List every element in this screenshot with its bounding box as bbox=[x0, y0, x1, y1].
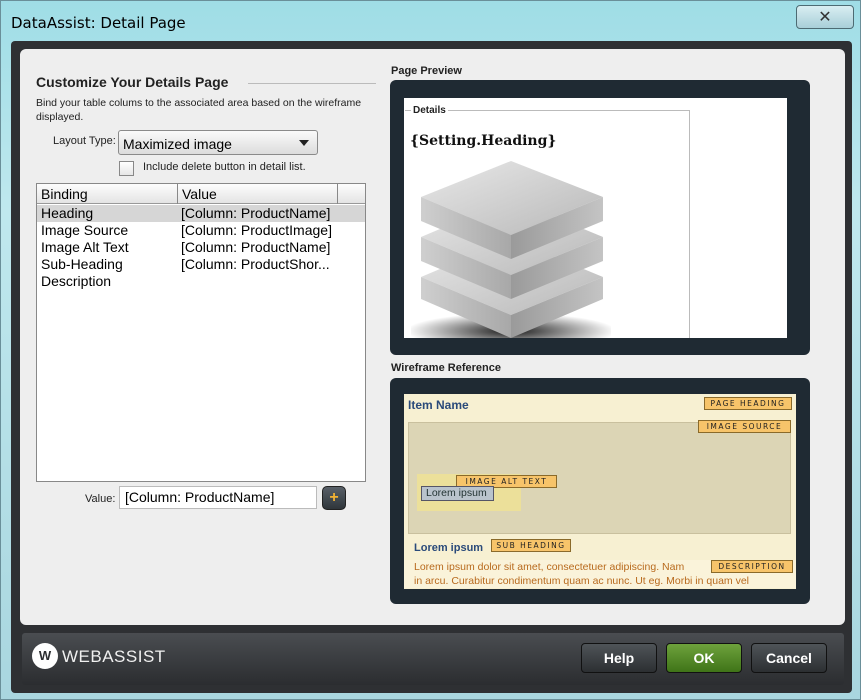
binding-cell: Image Alt Text bbox=[41, 239, 129, 255]
plus-icon: + bbox=[329, 489, 339, 506]
layout-type-label: Layout Type: bbox=[53, 135, 116, 147]
section-heading: Customize Your Details Page bbox=[36, 74, 229, 90]
table-row[interactable]: Description bbox=[37, 273, 365, 290]
value-cell: [Column: ProductShor... bbox=[181, 256, 330, 272]
preview-heading: {Setting.Heading} bbox=[410, 133, 557, 149]
table-row[interactable]: Image Source [Column: ProductImage] bbox=[37, 222, 365, 239]
value-cell: [Column: ProductName] bbox=[181, 205, 331, 221]
dialog-window: DataAssist: Detail Page ✕ Customize Your… bbox=[0, 0, 861, 700]
section-description: Bind your table colums to the associated… bbox=[36, 97, 362, 123]
layout-type-value: Maximized image bbox=[123, 136, 232, 152]
binding-cell: Heading bbox=[41, 205, 94, 221]
wireframe-alt-bubble: Lorem ipsum bbox=[421, 486, 494, 501]
window-title: DataAssist: Detail Page bbox=[11, 14, 186, 32]
value-cell: [Column: ProductImage] bbox=[181, 222, 332, 238]
binding-grid: Binding Value Heading [Column: ProductNa… bbox=[36, 183, 366, 482]
column-divider[interactable] bbox=[177, 184, 178, 204]
close-icon: ✕ bbox=[818, 9, 832, 26]
help-button[interactable]: Help bbox=[581, 643, 657, 673]
ok-button[interactable]: OK bbox=[666, 643, 742, 673]
preview-details-legend: Details bbox=[411, 105, 448, 116]
table-row[interactable]: Image Alt Text [Column: ProductName] bbox=[37, 239, 365, 256]
wireframe-desc-line2: in arcu. Curabitur condimentum quam ac n… bbox=[414, 575, 749, 587]
binding-cell: Description bbox=[41, 273, 112, 289]
value-input[interactable]: [Column: ProductName] bbox=[119, 486, 317, 509]
column-header-binding[interactable]: Binding bbox=[41, 186, 88, 202]
delete-button-checkbox-label[interactable]: Include delete button in detail list. bbox=[143, 161, 306, 173]
image-source-tag: IMAGE SOURCE bbox=[698, 420, 791, 433]
heading-divider bbox=[248, 83, 376, 84]
description-tag: DESCRIPTION bbox=[711, 560, 793, 573]
sub-heading-tag: SUB HEADING bbox=[491, 539, 571, 552]
page-heading-tag: PAGE HEADING bbox=[704, 397, 792, 410]
wireframe-subheading: Lorem ipsum bbox=[414, 542, 484, 554]
cancel-button[interactable]: Cancel bbox=[751, 643, 827, 673]
chevron-down-icon bbox=[299, 140, 309, 146]
value-label: Value: bbox=[85, 493, 116, 505]
database-icon bbox=[411, 161, 611, 338]
wireframe-reference-title: Wireframe Reference bbox=[391, 362, 501, 374]
binding-cell: Sub-Heading bbox=[41, 256, 123, 272]
wireframe-item-name: Item Name bbox=[408, 398, 469, 412]
webassist-logo-icon: W bbox=[32, 643, 58, 669]
column-header-value[interactable]: Value bbox=[182, 186, 217, 202]
column-divider[interactable] bbox=[337, 184, 338, 204]
layout-type-select[interactable]: Maximized image bbox=[118, 130, 318, 155]
add-binding-button[interactable]: + bbox=[322, 486, 346, 510]
page-preview-title: Page Preview bbox=[391, 65, 462, 77]
close-button[interactable]: ✕ bbox=[796, 5, 854, 29]
table-row[interactable]: Sub-Heading [Column: ProductShor... bbox=[37, 256, 365, 273]
table-row[interactable]: Heading [Column: ProductName] bbox=[37, 205, 365, 222]
grid-header: Binding Value bbox=[37, 184, 365, 204]
binding-cell: Image Source bbox=[41, 222, 129, 238]
title-bar[interactable]: DataAssist: Detail Page ✕ bbox=[1, 1, 860, 41]
value-cell: [Column: ProductName] bbox=[181, 239, 331, 255]
delete-button-checkbox[interactable] bbox=[119, 161, 134, 176]
webassist-logo-text: WEBASSIST bbox=[62, 647, 166, 666]
